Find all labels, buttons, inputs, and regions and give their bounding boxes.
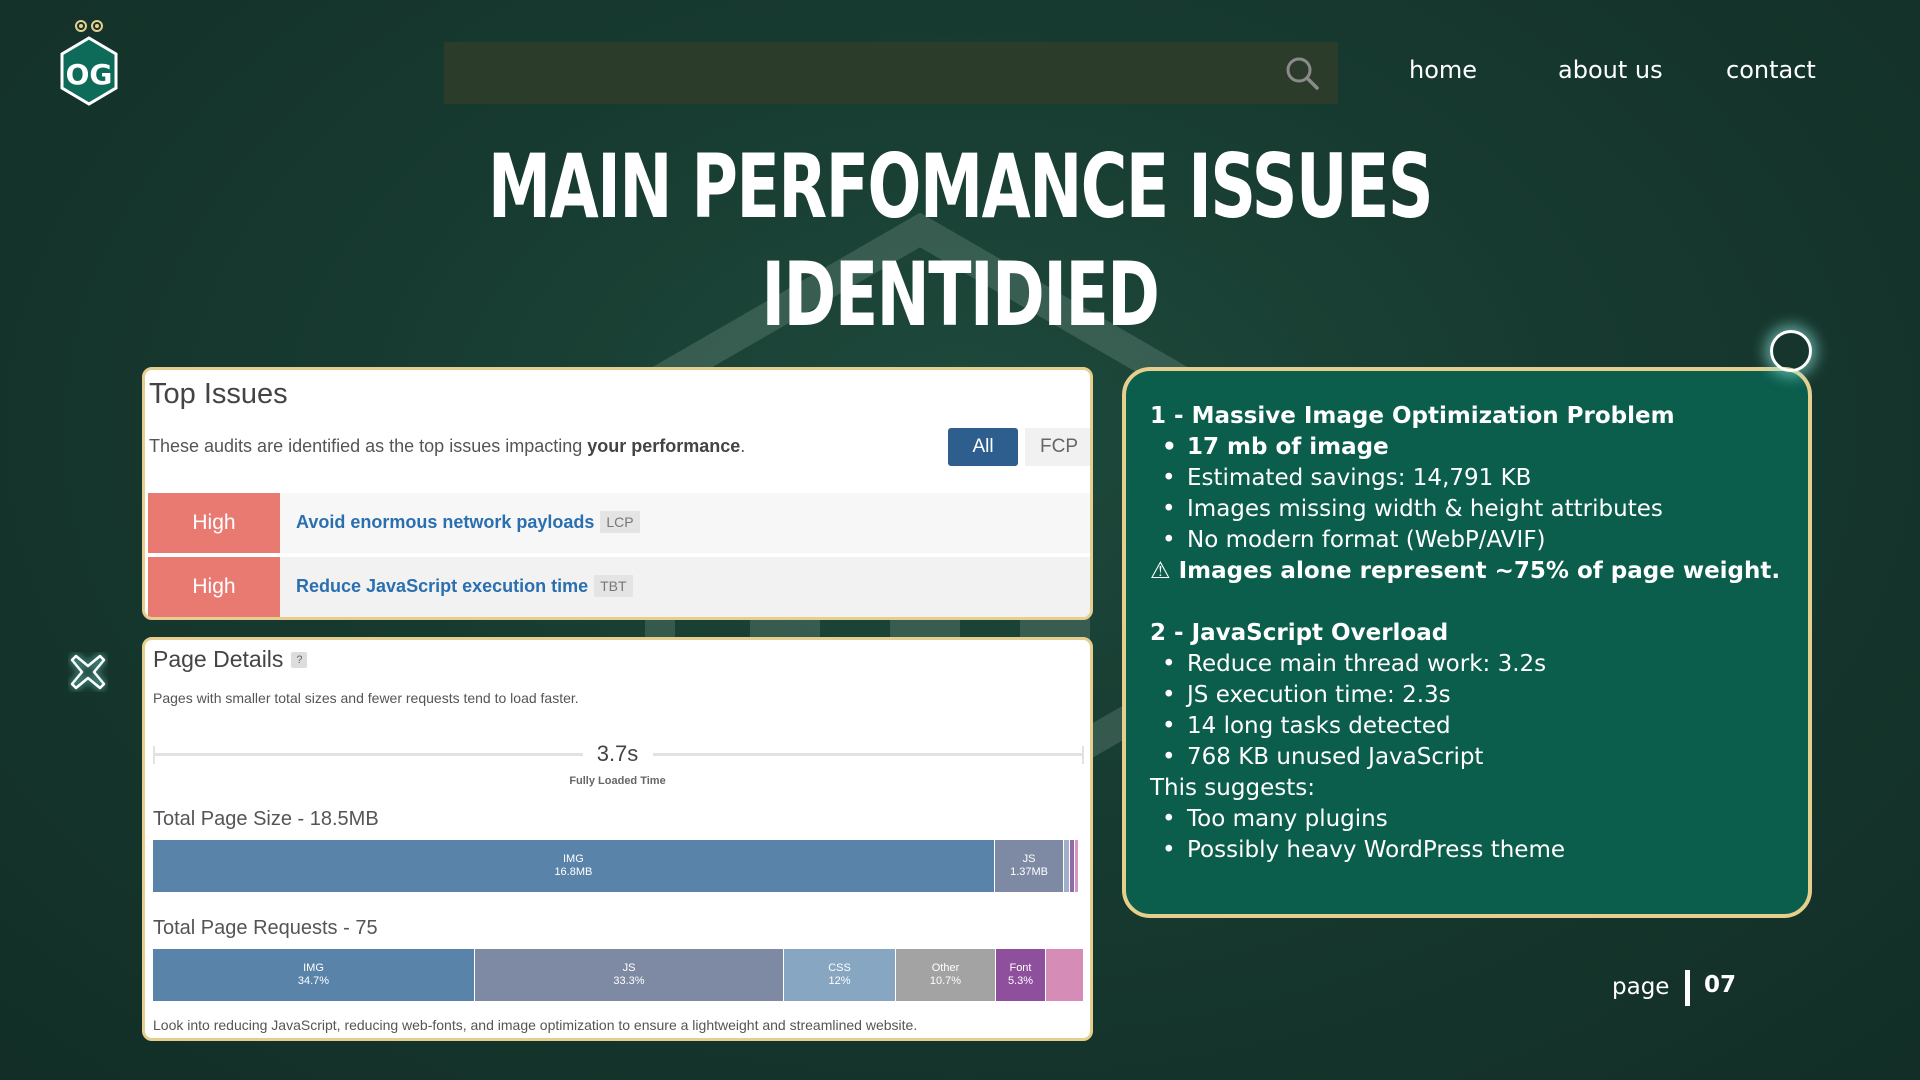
nav-link-contact[interactable]: contact	[1726, 56, 1816, 84]
issue-label[interactable]: Avoid enormous network payloads	[296, 512, 594, 532]
nav-link-home[interactable]: home	[1409, 56, 1477, 84]
page-title-line-1: MAIN PERFOMANCE ISSUES	[487, 135, 1433, 238]
bar-segment-value: 5.3%	[1007, 975, 1034, 987]
section-1-heading: 1 - Massive Image Optimization Problem	[1150, 403, 1675, 429]
bar-segment	[1073, 840, 1079, 892]
bar-segment: JS 33.3%	[473, 949, 783, 1001]
filter-fcp-button[interactable]: FCP	[1025, 428, 1090, 466]
warning-note: ⚠ Images alone represent ~75% of page we…	[1150, 558, 1781, 584]
page-title-line-2: IDENTIDIED	[761, 243, 1160, 346]
page-details-description: Pages with smaller total sizes and fewer…	[153, 690, 579, 706]
list-item: 17 mb of image	[1162, 432, 1784, 463]
page-details-title: Page Details?	[153, 646, 308, 673]
issue-label[interactable]: Reduce JavaScript execution time	[296, 576, 588, 596]
decorative-glow-circle	[1770, 330, 1812, 372]
issue-link[interactable]: Avoid enormous network payloads LCP	[296, 511, 640, 533]
bar-segment: JS 1.37MB	[993, 840, 1064, 892]
list-item: Possibly heavy WordPress theme	[1162, 835, 1784, 866]
fully-loaded-time-label: Fully Loaded Time	[569, 775, 666, 787]
issue-row: High Reduce JavaScript execution time TBT	[148, 557, 1090, 617]
page-label: page	[1612, 974, 1670, 1000]
page-details-title-text: Page Details	[153, 646, 284, 672]
page-separator	[1685, 970, 1690, 1006]
bar-segment: IMG 16.8MB	[153, 840, 994, 892]
bar-segment: IMG 34.7%	[153, 949, 474, 1001]
suggests-label: This suggests:	[1150, 775, 1315, 801]
bar-segment-label: JS	[622, 962, 636, 974]
list-item: No modern format (WebP/AVIF)	[1162, 525, 1784, 556]
list-item: Images missing width & height attributes	[1162, 494, 1784, 525]
total-page-requests-heading: Total Page Requests - 75	[153, 917, 378, 939]
page-details-panel: Page Details? Pages with smaller total s…	[142, 637, 1093, 1041]
list-item: Too many plugins	[1162, 804, 1784, 835]
top-issues-panel: Top Issues These audits are identified a…	[142, 367, 1093, 620]
section-1-list: 17 mb of image Estimated savings: 14,791…	[1150, 432, 1784, 556]
list-item: 768 KB unused JavaScript	[1162, 742, 1784, 773]
bar-segment-label: Font	[1009, 962, 1032, 974]
search-bar[interactable]	[444, 42, 1338, 104]
bar-segment-label: CSS	[828, 962, 851, 974]
list-item: JS execution time: 2.3s	[1162, 680, 1784, 711]
top-issues-description-text: These audits are identified as the top i…	[149, 436, 588, 456]
bar-segment-value: 1.37MB	[1010, 866, 1049, 878]
bar-segment-value: 10.7%	[929, 975, 962, 987]
bar-segment-label: IMG	[303, 962, 324, 974]
issue-metric-tag: LCP	[600, 511, 640, 533]
bar-segment	[1045, 949, 1083, 1001]
page-title: MAIN PERFOMANCE ISSUES IDENTIDIED	[269, 133, 1651, 349]
top-issues-description-bold: your performance	[587, 436, 741, 456]
help-icon[interactable]: ?	[291, 652, 308, 668]
filter-all-button[interactable]: All	[948, 428, 1018, 466]
nav-link-about-us[interactable]: about us	[1558, 56, 1663, 84]
page-number: 07	[1704, 972, 1737, 998]
severity-badge: High	[148, 557, 280, 617]
page-size-breakdown-bar: IMG 16.8MB JS 1.37MB	[153, 840, 1083, 892]
bar-segment: Other 10.7%	[895, 949, 995, 1001]
list-item: Estimated savings: 14,791 KB	[1162, 463, 1784, 494]
page-details-footer: Look into reducing JavaScript, reducing …	[153, 1017, 918, 1033]
decorative-cross-icon	[70, 654, 106, 690]
svg-text:OG: OG	[66, 58, 113, 91]
bar-segment-value: 34.7%	[297, 975, 330, 987]
issue-link[interactable]: Reduce JavaScript execution time TBT	[296, 575, 633, 597]
issues-summary-card: 1 - Massive Image Optimization Problem 1…	[1122, 367, 1812, 918]
list-item: 14 long tasks detected	[1162, 711, 1784, 742]
page-requests-breakdown-bar: IMG 34.7% JS 33.3% CSS 12% Other 10.7% Font 5.3%	[153, 949, 1083, 1001]
bar-segment-value: 33.3%	[613, 975, 645, 987]
bar-segment-label: JS	[1022, 853, 1036, 865]
top-issues-description: These audits are identified as the top i…	[149, 436, 745, 457]
bar-segment-label: IMG	[563, 853, 584, 865]
search-icon[interactable]	[1284, 55, 1320, 91]
section-2-list: Reduce main thread work: 3.2s JS executi…	[1150, 649, 1784, 773]
bar-segment: Font 5.3%	[994, 949, 1045, 1001]
bar-segment-value: 12%	[828, 975, 851, 987]
section-2-heading: 2 - JavaScript Overload	[1150, 620, 1449, 646]
list-item: Reduce main thread work: 3.2s	[1162, 649, 1784, 680]
top-issues-description-suffix: .	[740, 436, 746, 456]
fully-loaded-time-value: 3.7s	[596, 741, 639, 766]
severity-badge: High	[148, 493, 280, 553]
top-issues-title: Top Issues	[149, 378, 288, 410]
bar-segment-value: 16.8MB	[554, 866, 593, 878]
issue-row: High Avoid enormous network payloads LCP	[148, 493, 1090, 553]
total-page-size-heading: Total Page Size - 18.5MB	[153, 808, 379, 830]
bar-segment-label: Other	[931, 962, 960, 974]
bar-segment: CSS 12%	[783, 949, 895, 1001]
suggests-list: Too many plugins Possibly heavy WordPres…	[1150, 804, 1784, 866]
issue-metric-tag: TBT	[594, 575, 633, 597]
brand-logo[interactable]: OG	[58, 18, 120, 110]
search-input[interactable]	[444, 42, 1264, 104]
